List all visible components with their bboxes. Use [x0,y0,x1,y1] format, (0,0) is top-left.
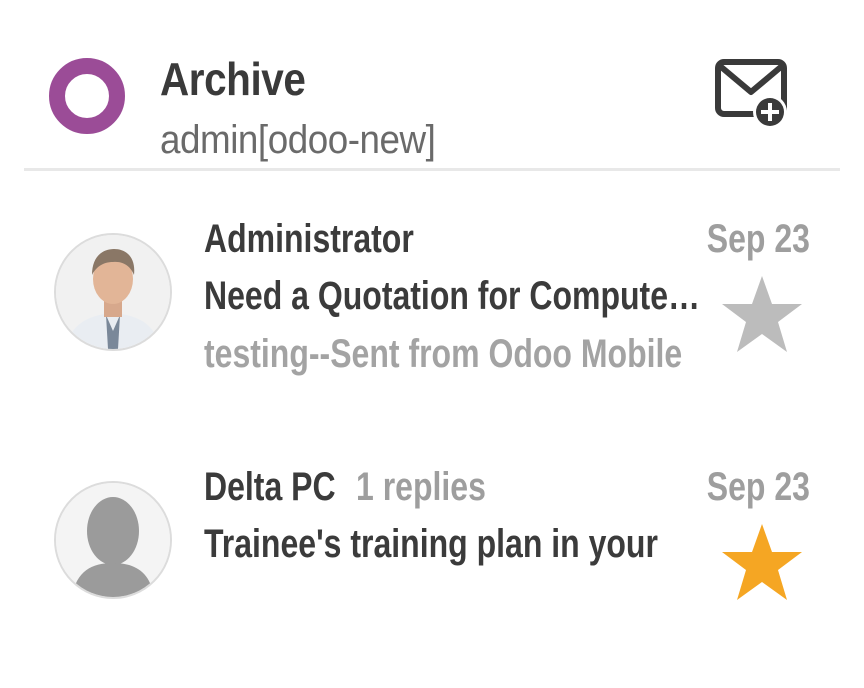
message-preview: testing--Sent from Odoo Mobile [204,332,683,376]
message-row[interactable]: Administrator Sep 23 Need a Quotation fo… [0,200,864,440]
message-date: Sep 23 [706,465,810,509]
message-sender: Delta PC [204,465,336,509]
account-subtitle: admin[odoo-new] [160,118,436,162]
app-header: Archive admin[odoo-new] [0,0,864,172]
message-row[interactable]: Delta PC 1 replies Sep 23 Trainee's trai… [0,448,864,688]
header-divider [24,168,840,171]
odoo-logo-icon [49,58,125,134]
avatar [54,481,172,599]
avatar [54,233,172,351]
page-title: Archive [160,53,306,105]
message-subject: Trainee's training plan in your [204,522,658,566]
administrator-photo-icon [56,235,170,349]
default-avatar-icon [56,483,170,597]
message-subject: Need a Quotation for Compute… [204,274,700,318]
message-sender: Administrator [204,217,414,261]
star-icon[interactable] [720,522,804,602]
star-icon[interactable] [720,274,804,354]
compose-mail-icon[interactable] [714,58,794,132]
message-date: Sep 23 [706,217,810,261]
reply-count: 1 replies [356,465,486,509]
